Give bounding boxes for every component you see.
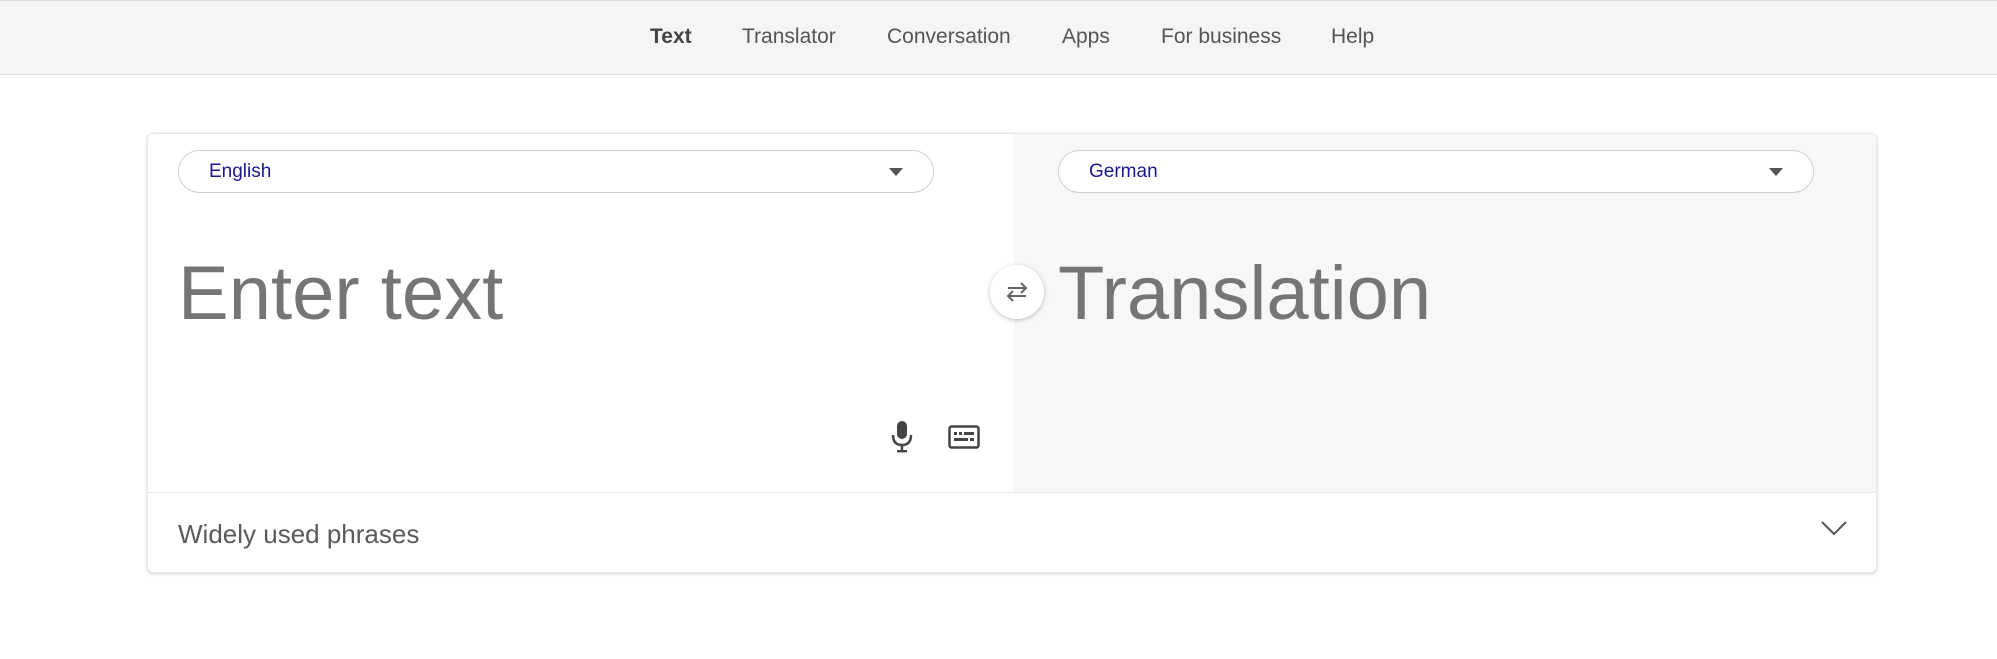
translation-output: Translation bbox=[1058, 251, 1432, 336]
caret-down-icon bbox=[889, 168, 903, 176]
phrases-label: Widely used phrases bbox=[178, 519, 420, 549]
caret-down-icon bbox=[1769, 168, 1783, 176]
source-language-select[interactable]: English bbox=[178, 150, 934, 193]
target-language-label: German bbox=[1089, 161, 1158, 182]
source-text-input[interactable]: Enter text bbox=[178, 249, 503, 339]
nav-item-translator[interactable]: Translator bbox=[742, 25, 836, 49]
translator-card: English Enter text German Translation Wi… bbox=[147, 133, 1877, 573]
nav-item-help[interactable]: Help bbox=[1331, 25, 1374, 49]
keyboard-icon[interactable] bbox=[948, 425, 980, 454]
nav-item-text[interactable]: Text bbox=[650, 25, 692, 49]
nav-item-conversation[interactable]: Conversation bbox=[887, 25, 1011, 49]
chevron-down-icon bbox=[1820, 519, 1848, 542]
widely-used-phrases-toggle[interactable]: Widely used phrases bbox=[148, 493, 1876, 572]
target-language-select[interactable]: German bbox=[1058, 150, 1814, 193]
target-pane: German Translation bbox=[1014, 134, 1876, 492]
swap-arrows-icon bbox=[1006, 282, 1028, 302]
swap-languages-button[interactable] bbox=[990, 265, 1044, 319]
source-language-label: English bbox=[209, 161, 272, 182]
top-navigation: Text Translator Conversation Apps For bu… bbox=[0, 0, 1997, 75]
nav-item-for-business[interactable]: For business bbox=[1161, 25, 1281, 49]
microphone-icon[interactable] bbox=[891, 420, 913, 459]
nav-item-apps[interactable]: Apps bbox=[1062, 25, 1110, 49]
